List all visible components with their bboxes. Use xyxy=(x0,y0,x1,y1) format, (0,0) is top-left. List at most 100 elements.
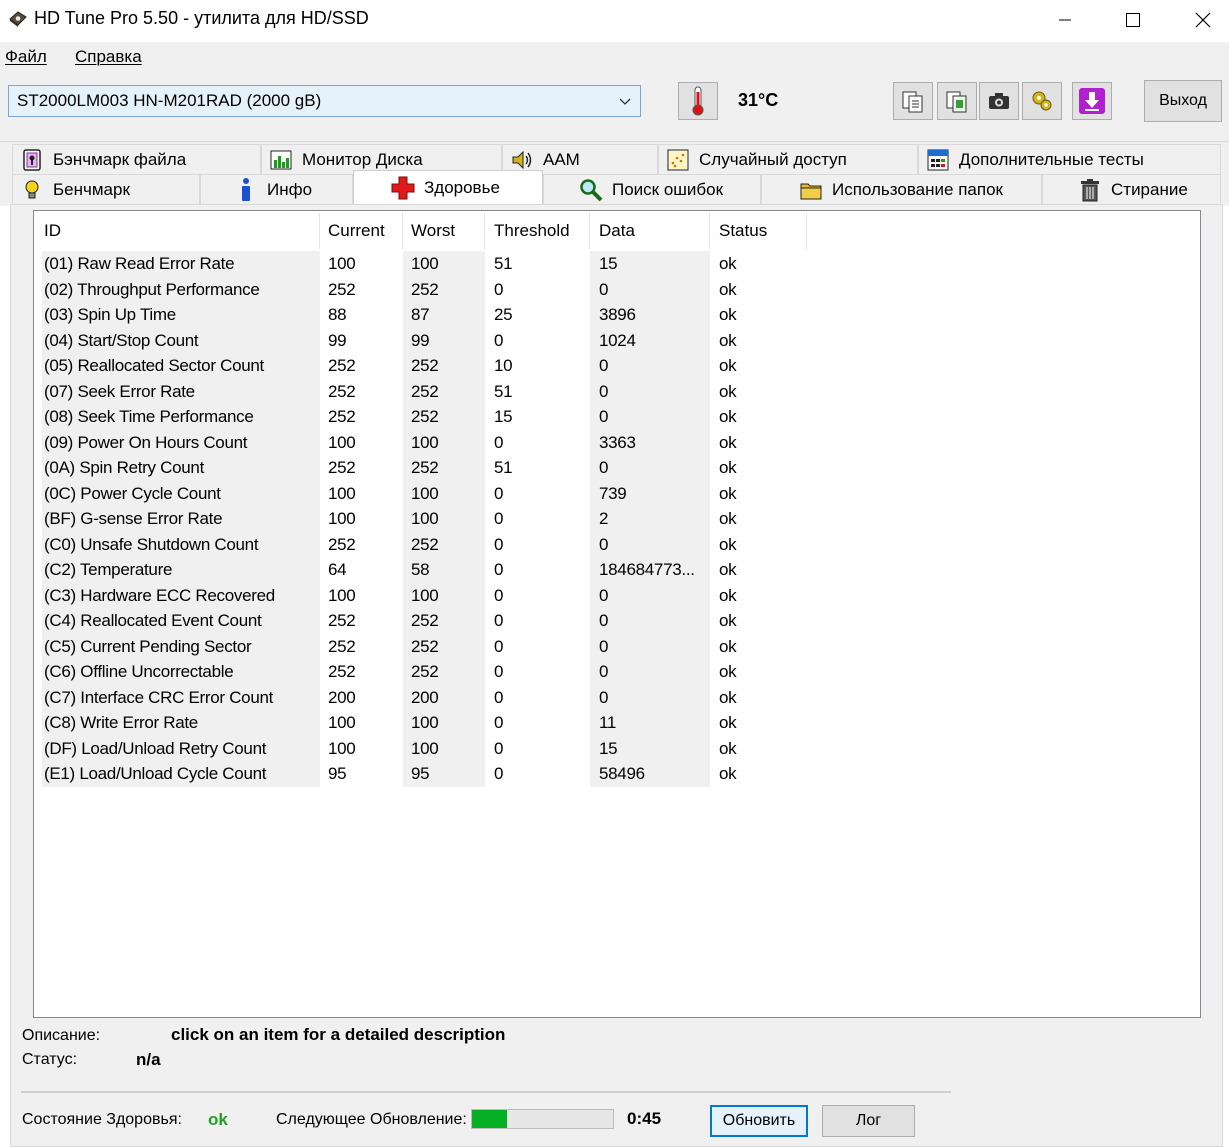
header-threshold[interactable]: Threshold xyxy=(494,221,570,241)
tab-file-benchmark[interactable]: Бэнчмарк файла xyxy=(12,144,261,174)
options-button[interactable] xyxy=(1022,82,1062,120)
attr-name: (C3) Hardware ECC Recovered xyxy=(44,585,275,605)
exit-button[interactable]: Выход xyxy=(1144,80,1222,122)
table-row[interactable]: (0C) Power Cycle Count 100 100 0 739 ok xyxy=(34,481,1200,507)
threshold-value: 0 xyxy=(494,713,504,732)
red-cross-icon xyxy=(390,175,416,201)
screenshot-button[interactable] xyxy=(979,82,1019,120)
header-worst[interactable]: Worst xyxy=(411,221,455,241)
health-panel: ID Current Worst Threshold Data Status (… xyxy=(10,204,1223,1147)
table-row[interactable]: (07) Seek Error Rate 252 252 51 0 ok xyxy=(34,379,1200,405)
table-row[interactable]: (C2) Temperature 64 58 0 184684773... ok xyxy=(34,557,1200,583)
current-value: 100 xyxy=(328,483,356,503)
tab-label: Монитор Диска xyxy=(302,149,423,169)
magnifier-icon xyxy=(578,177,604,203)
table-row[interactable]: (C4) Reallocated Event Count 252 252 0 0 ok xyxy=(34,608,1200,634)
data-value: 0 xyxy=(599,636,609,656)
table-row[interactable]: (E1) Load/Unload Cycle Count 95 95 0 58496 ok xyxy=(34,761,1200,787)
worst-value: 100 xyxy=(411,432,439,452)
table-row[interactable]: (BF) G-sense Error Rate 100 100 0 2 ok xyxy=(34,506,1200,532)
maximize-button[interactable] xyxy=(1098,0,1168,40)
tab-label: Бэнчмарк файла xyxy=(53,149,187,169)
tab-erase[interactable]: Стирание xyxy=(1042,174,1221,204)
current-value: 99 xyxy=(328,330,347,350)
drive-select[interactable]: ST2000LM003 HN-M201RAD (2000 gB) xyxy=(8,85,641,117)
minimize-button[interactable] xyxy=(1030,0,1100,40)
file-benchmark-icon xyxy=(19,147,45,173)
refresh-button[interactable]: Обновить xyxy=(710,1105,808,1137)
threshold-value: 0 xyxy=(494,738,504,758)
threshold-value: 0 xyxy=(494,585,504,605)
attr-name: (C0) Unsafe Shutdown Count xyxy=(44,534,259,554)
table-row[interactable]: (C0) Unsafe Shutdown Count 252 252 0 0 ok xyxy=(34,532,1200,558)
tab-random-access[interactable]: Случайный доступ xyxy=(658,144,918,174)
smart-attributes-list[interactable]: ID Current Worst Threshold Data Status (… xyxy=(33,210,1201,1018)
table-row[interactable]: (C8) Write Error Rate 100 100 0 11 ok xyxy=(34,710,1200,736)
threshold-value: 0 xyxy=(494,483,504,503)
close-button[interactable] xyxy=(1168,0,1229,40)
health-status-value: ok xyxy=(208,1110,228,1129)
maximize-icon xyxy=(1126,13,1140,27)
attr-name: (DF) Load/Unload Retry Count xyxy=(44,738,267,758)
info-icon xyxy=(233,177,259,203)
worst-value: 100 xyxy=(411,509,439,528)
header-status[interactable]: Status xyxy=(719,221,767,241)
header-divider xyxy=(402,213,403,249)
current-value: 100 xyxy=(328,713,356,732)
table-row[interactable]: (03) Spin Up Time 88 87 25 3896 ok xyxy=(34,302,1200,328)
tab-health[interactable]: Здоровье xyxy=(353,170,543,204)
copy-all-button[interactable] xyxy=(937,82,977,120)
worst-value: 252 xyxy=(411,356,439,375)
status-value: ok xyxy=(719,560,737,579)
header-id[interactable]: ID xyxy=(44,221,61,241)
download-update-button[interactable] xyxy=(1072,82,1112,120)
menu-file[interactable]: Файл xyxy=(5,47,47,67)
threshold-value: 0 xyxy=(494,534,504,554)
table-row[interactable]: (C5) Current Pending Sector 252 252 0 0 ok xyxy=(34,634,1200,660)
table-row[interactable]: (05) Reallocated Sector Count 252 252 10 0 ok xyxy=(34,353,1200,379)
table-row[interactable]: (C7) Interface CRC Error Count 200 200 0 0 ok xyxy=(34,685,1200,711)
header-current[interactable]: Current xyxy=(328,221,385,241)
status-value: ok xyxy=(719,305,737,324)
current-value: 252 xyxy=(328,381,356,401)
worst-value: 100 xyxy=(411,254,439,273)
copy-info-button[interactable] xyxy=(893,82,933,120)
tab-label: Стирание xyxy=(1111,179,1188,199)
tab-label: Использование папок xyxy=(832,179,1003,199)
header-divider xyxy=(589,213,590,249)
hard-drive-app-icon xyxy=(9,11,27,27)
table-row[interactable]: (DF) Load/Unload Retry Count 100 100 0 15 ok xyxy=(34,736,1200,762)
trash-can-icon xyxy=(1077,177,1103,203)
current-value: 252 xyxy=(328,458,356,477)
threshold-value: 10 xyxy=(494,356,513,375)
current-value: 100 xyxy=(328,509,356,528)
table-row[interactable]: (02) Throughput Performance 252 252 0 0 ok xyxy=(34,277,1200,303)
table-row[interactable]: (04) Start/Stop Count 99 99 0 1024 ok xyxy=(34,328,1200,354)
table-row[interactable]: (08) Seek Time Performance 252 252 15 0 ok xyxy=(34,404,1200,430)
menu-help[interactable]: Справка xyxy=(75,47,142,67)
temperature-button[interactable] xyxy=(678,82,718,120)
tab-error-scan[interactable]: Поиск ошибок xyxy=(543,174,761,204)
tab-benchmark[interactable]: Бенчмарк xyxy=(12,174,200,204)
table-row[interactable]: (0A) Spin Retry Count 252 252 51 0 ok xyxy=(34,455,1200,481)
next-update-progress xyxy=(471,1109,614,1129)
gears-icon xyxy=(1032,91,1052,111)
table-row[interactable]: (C6) Offline Uncorrectable 252 252 0 0 ok xyxy=(34,659,1200,685)
tab-label: Бенчмарк xyxy=(53,179,130,199)
attr-name: (C2) Temperature xyxy=(44,560,173,579)
header-data[interactable]: Data xyxy=(599,221,635,241)
table-row[interactable]: (C3) Hardware ECC Recovered 100 100 0 0 ok xyxy=(34,583,1200,609)
table-row[interactable]: (09) Power On Hours Count 100 100 0 3363 ok xyxy=(34,430,1200,456)
table-row[interactable]: (01) Raw Read Error Rate 100 100 51 15 ok xyxy=(34,251,1200,277)
data-value: 15 xyxy=(599,738,618,758)
attr-name: (04) Start/Stop Count xyxy=(44,330,199,350)
tab-info[interactable]: Инфо xyxy=(200,174,353,204)
status-value: ok xyxy=(719,432,737,452)
tab-folder-usage[interactable]: Использование папок xyxy=(761,174,1042,204)
threshold-value: 0 xyxy=(494,687,504,707)
log-button[interactable]: Лог xyxy=(822,1105,915,1137)
worst-value: 95 xyxy=(411,764,430,783)
attr-name: (C7) Interface CRC Error Count xyxy=(44,687,274,707)
data-value: 15 xyxy=(599,254,618,273)
tab-extra-tests[interactable]: Дополнительные тесты xyxy=(918,144,1221,174)
